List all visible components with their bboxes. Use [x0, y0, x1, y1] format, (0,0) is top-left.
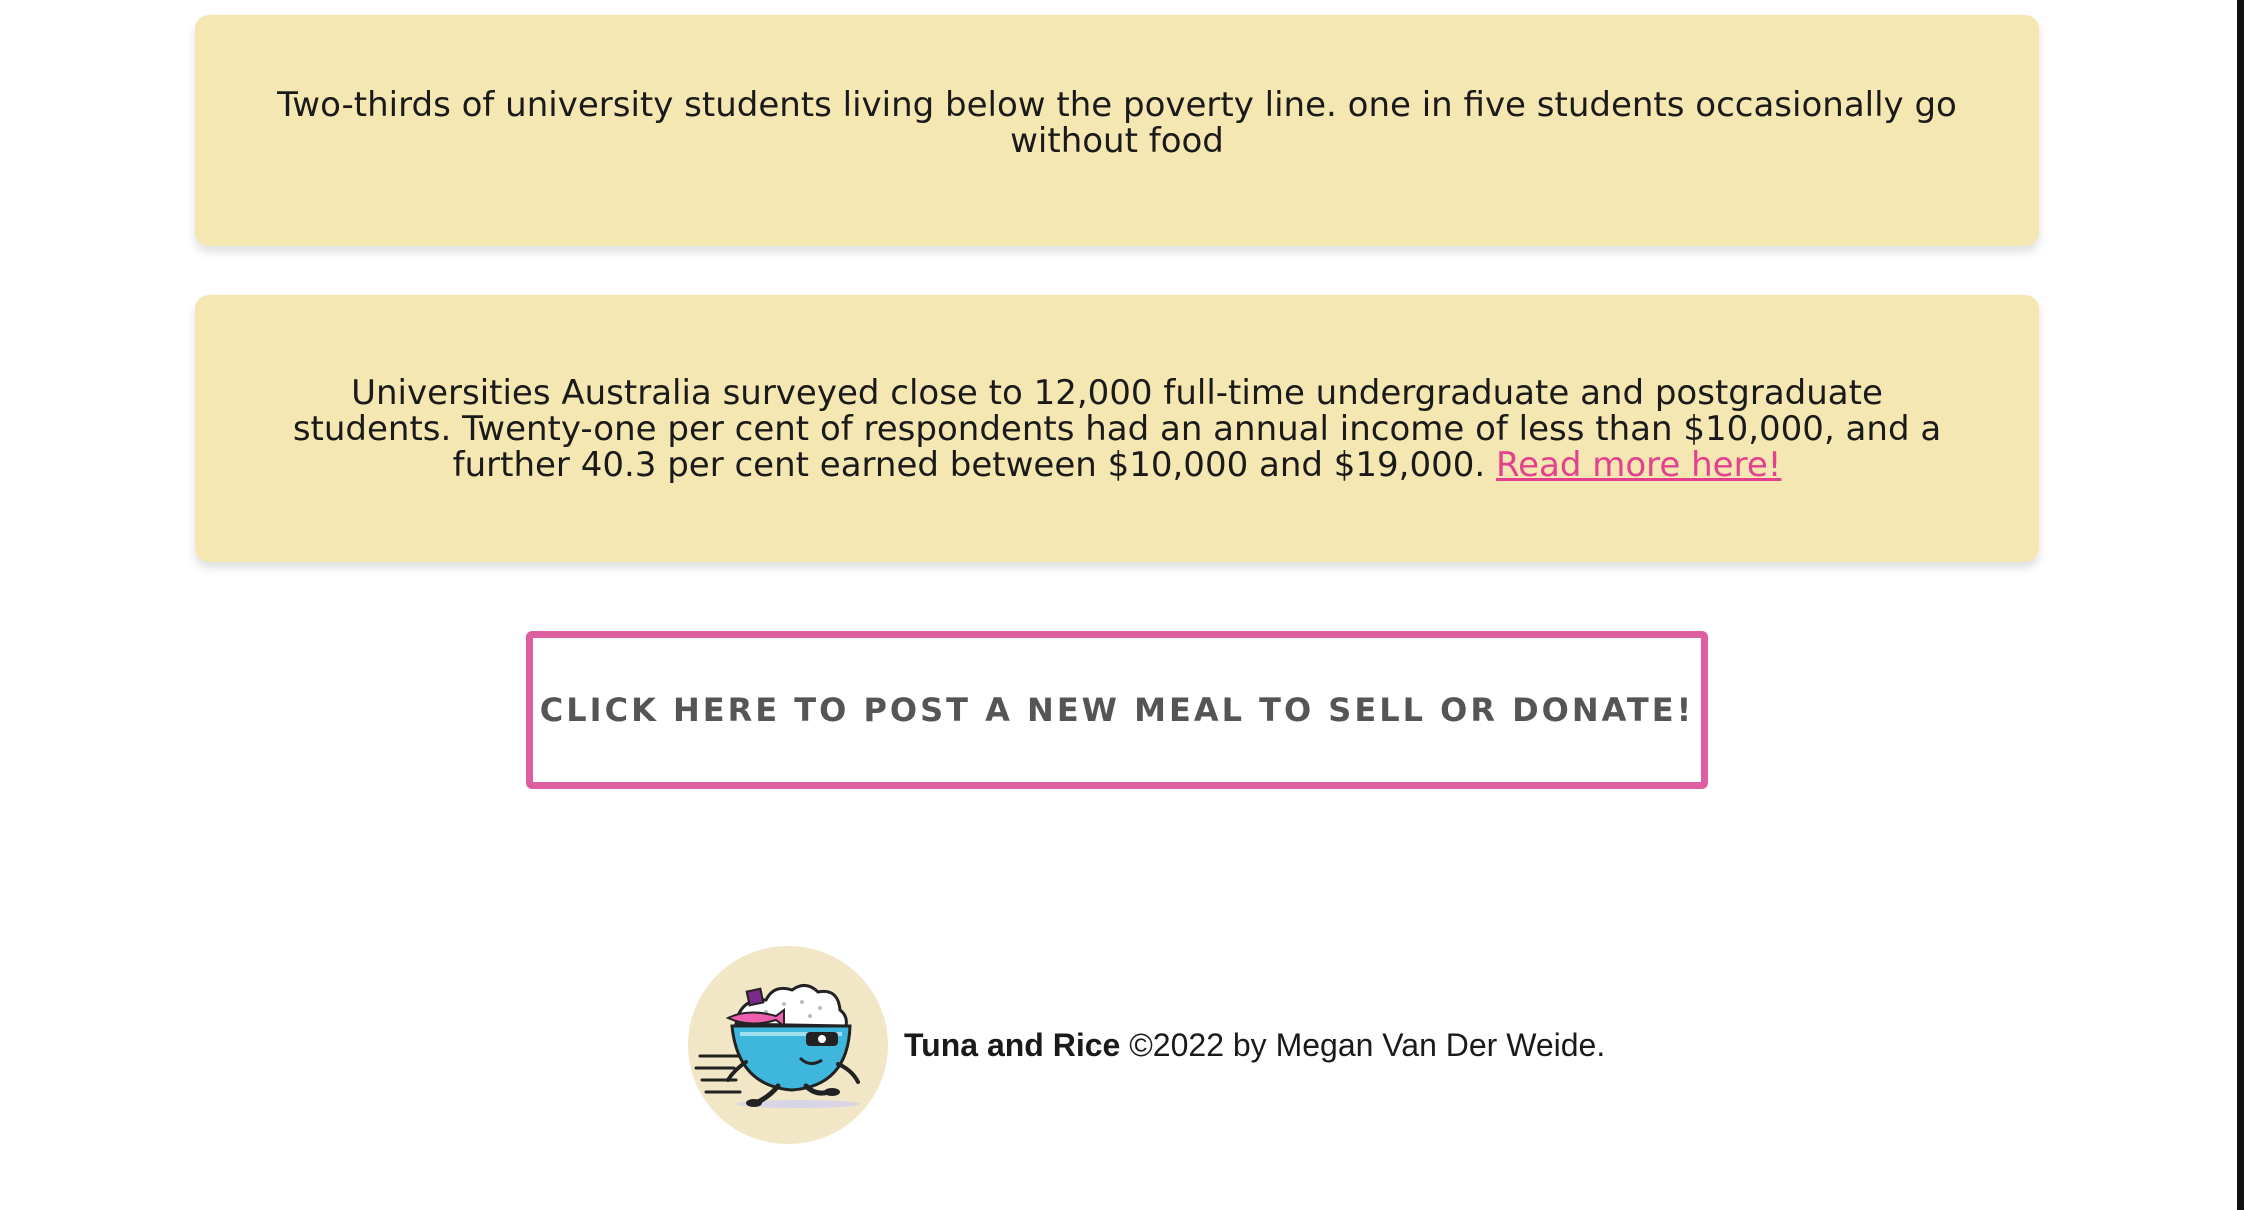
page: Two-thirds of university students living…: [0, 0, 2244, 1210]
footer-brand: Tuna and Rice: [904, 1026, 1121, 1063]
info-card-survey: Universities Australia surveyed close to…: [195, 295, 2039, 562]
footer: Tuna and Rice ©2022 by Megan Van Der Wei…: [688, 946, 1605, 1144]
read-more-link[interactable]: Read more here!: [1496, 445, 1781, 485]
info-card-text: Two-thirds of university students living…: [277, 84, 1957, 161]
post-meal-button[interactable]: CLICK HERE TO POST A NEW MEAL TO SELL OR…: [526, 631, 1708, 789]
tuna-rice-logo-icon: [688, 946, 888, 1144]
info-card-poverty: Two-thirds of university students living…: [195, 15, 2039, 246]
info-card-paragraph: Universities Australia surveyed close to…: [275, 375, 1959, 483]
footer-copyright: Tuna and Rice ©2022 by Megan Van Der Wei…: [904, 1027, 1605, 1064]
footer-copyright-text: ©2022 by Megan Van Der Weide.: [1120, 1026, 1606, 1063]
post-meal-button-label: CLICK HERE TO POST A NEW MEAL TO SELL OR…: [539, 691, 1695, 729]
window-edge: [2237, 0, 2244, 1210]
